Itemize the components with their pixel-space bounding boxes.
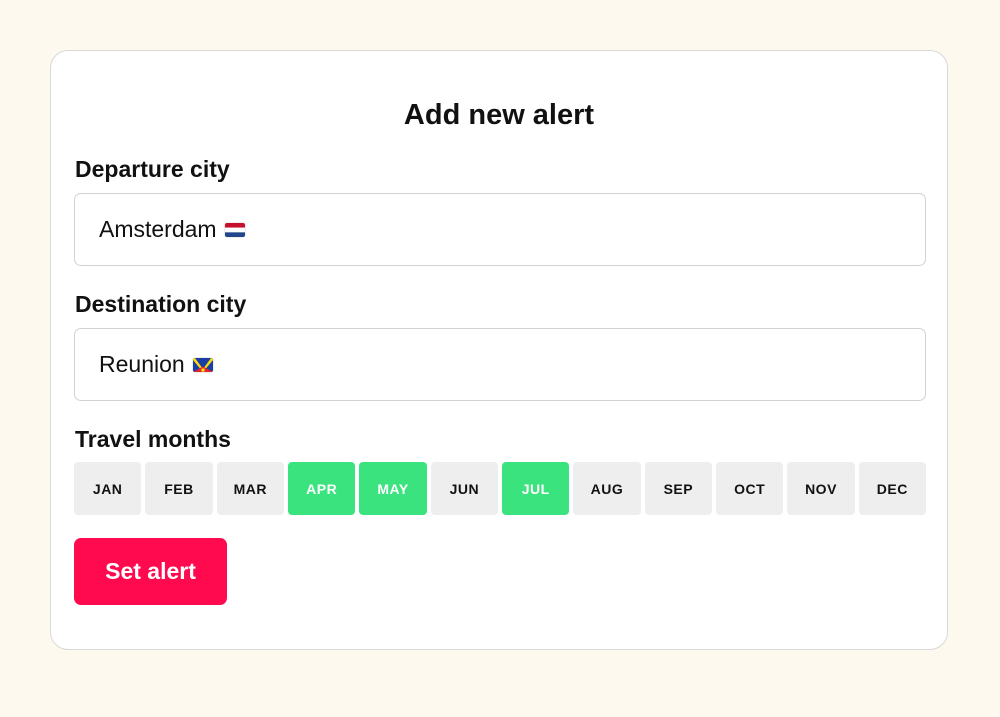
month-feb-button[interactable]: FEB [145,462,213,515]
netherlands-flag-icon [224,222,245,237]
month-apr-button[interactable]: APR [288,462,356,515]
destination-city-label: Destination city [75,291,247,317]
month-mar-button[interactable]: MAR [216,462,284,515]
set-alert-button[interactable]: Set alert [74,538,227,605]
month-aug-button[interactable]: AUG [573,462,641,515]
month-nov-button[interactable]: NOV [787,462,855,515]
month-may-button[interactable]: MAY [359,462,427,515]
travel-months-selector: JAN FEB MAR APR MAY JUN JUL AUG SEP OCT NOV DEC [74,462,926,515]
month-sep-button[interactable]: SEP [644,462,712,515]
reunion-flag-icon [192,357,213,372]
month-jun-button[interactable]: JUN [430,462,498,515]
month-dec-button[interactable]: DEC [858,462,926,515]
month-jan-button[interactable]: JAN [74,462,142,515]
destination-city-value: Reunion [99,351,185,377]
departure-city-field[interactable]: Amsterdam [74,193,926,266]
departure-city-value: Amsterdam [99,216,217,242]
departure-city-label: Departure city [75,156,230,182]
travel-months-label: Travel months [75,426,231,452]
page-title: Add new alert [403,99,595,131]
destination-city-field[interactable]: Reunion [74,328,926,401]
month-jul-button[interactable]: JUL [502,462,570,515]
month-oct-button[interactable]: OCT [716,462,784,515]
add-alert-card: Add new alert Departure city Amsterdam D… [50,50,948,650]
